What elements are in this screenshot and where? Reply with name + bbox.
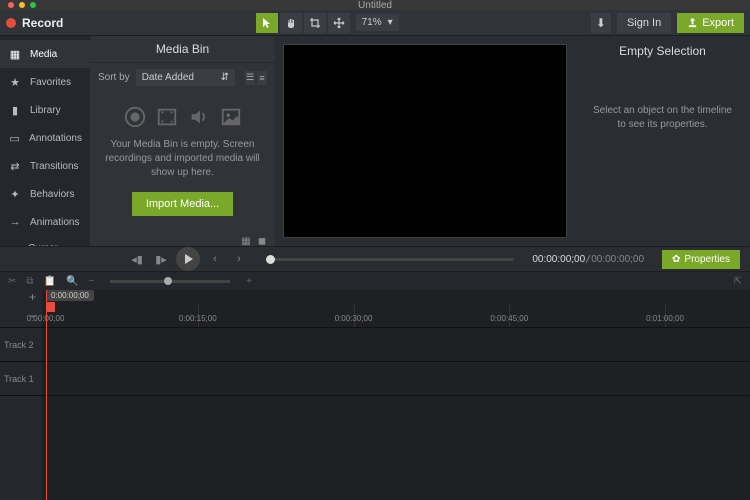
timeline: + − Track 2 Track 1 0:00:00;00 0:00:00;0… bbox=[0, 290, 750, 500]
record-media-icon bbox=[124, 106, 146, 128]
timecode: 00:00:00;00/00:00:00;00 bbox=[532, 254, 644, 265]
playback-scrubber[interactable] bbox=[266, 258, 514, 261]
view-sort-icon[interactable]: ≡ bbox=[257, 71, 267, 85]
window-title: Untitled bbox=[358, 0, 392, 11]
record-button[interactable]: Record bbox=[22, 16, 63, 30]
sort-select[interactable]: Date Added⇵ bbox=[136, 69, 235, 86]
tool-crop[interactable] bbox=[304, 13, 326, 33]
close-window-icon[interactable] bbox=[8, 2, 14, 8]
gear-icon: ✿ bbox=[672, 254, 680, 265]
zoom-in-button[interactable]: + bbox=[246, 276, 252, 287]
sidebar-item-favorites[interactable]: ★Favorites bbox=[0, 68, 90, 96]
zoom-slider[interactable] bbox=[110, 280, 230, 283]
library-icon: ▮ bbox=[8, 103, 22, 117]
timeline-controls: ✂ ⧉ 📋 🔍 − + ⇱ bbox=[0, 272, 750, 290]
behaviors-icon: ✦ bbox=[8, 187, 22, 201]
properties-title: Empty Selection bbox=[581, 42, 744, 76]
download-icon[interactable]: ⬇ bbox=[591, 13, 611, 33]
tool-select[interactable] bbox=[256, 13, 278, 33]
share-icon bbox=[687, 17, 698, 28]
image-media-icon bbox=[220, 106, 242, 128]
cut-icon[interactable]: ✂ bbox=[8, 276, 16, 287]
sidebar-item-behaviors[interactable]: ✦Behaviors bbox=[0, 180, 90, 208]
audio-media-icon bbox=[188, 106, 210, 128]
signin-button[interactable]: Sign In bbox=[617, 13, 671, 33]
import-media-button[interactable]: Import Media... bbox=[132, 192, 233, 216]
zoom-out-button[interactable]: − bbox=[88, 276, 94, 287]
next-marker-button[interactable]: › bbox=[230, 250, 248, 268]
track-label[interactable]: Track 2 bbox=[0, 328, 42, 362]
record-icon[interactable] bbox=[6, 18, 16, 28]
play-button[interactable] bbox=[176, 247, 200, 271]
tool-pan[interactable] bbox=[328, 13, 350, 33]
film-media-icon bbox=[156, 106, 178, 128]
zoom-level[interactable]: 71%▾ bbox=[356, 14, 399, 31]
sidebar-item-annotations[interactable]: ▭Annotations bbox=[0, 124, 90, 152]
sidebar-item-library[interactable]: ▮Library bbox=[0, 96, 90, 124]
track-row[interactable] bbox=[42, 328, 750, 362]
maximize-window-icon[interactable] bbox=[30, 2, 36, 8]
canvas-preview[interactable] bbox=[283, 44, 567, 238]
chevron-down-icon: ▾ bbox=[388, 17, 393, 28]
media-icon: ▦ bbox=[8, 47, 22, 61]
annotations-icon: ▭ bbox=[8, 131, 21, 145]
star-icon: ★ bbox=[8, 75, 22, 89]
sidebar-item-media[interactable]: ▦Media bbox=[0, 40, 90, 68]
paste-icon[interactable]: 📋 bbox=[44, 276, 56, 287]
toolbar: Record 71%▾ ⬇ Sign In Export bbox=[0, 10, 750, 36]
playhead-time: 0:00:00;00 bbox=[46, 290, 94, 301]
preview-area bbox=[275, 36, 575, 246]
next-frame-button[interactable]: ▮▸ bbox=[152, 250, 170, 268]
animations-icon: → bbox=[8, 215, 22, 229]
prev-marker-button[interactable]: ‹ bbox=[206, 250, 224, 268]
sort-by-label: Sort by bbox=[98, 72, 130, 83]
media-panel: Media Bin Sort by Date Added⇵ ☰≡ Your Me… bbox=[90, 36, 275, 246]
prev-frame-button[interactable]: ◂▮ bbox=[128, 250, 146, 268]
properties-panel: Empty Selection Select an object on the … bbox=[575, 36, 750, 246]
tool-hand[interactable] bbox=[280, 13, 302, 33]
playback-bar: ◂▮ ▮▸ ‹ › 00:00:00;00/00:00:00;00 ✿Prope… bbox=[0, 246, 750, 272]
media-bin-empty-text: Your Media Bin is empty. Screen recordin… bbox=[100, 138, 265, 180]
properties-empty-text: Select an object on the timeline to see … bbox=[581, 76, 744, 160]
export-button[interactable]: Export bbox=[677, 13, 744, 33]
media-bin-title: Media Bin bbox=[90, 36, 275, 63]
timeline-ruler[interactable]: 0:00:00;00 0:00:15;00 0:00:30;00 0:00:45… bbox=[42, 304, 750, 328]
sidebar: ▦Media ★Favorites ▮Library ▭Annotations … bbox=[0, 36, 90, 246]
add-track-button[interactable]: + bbox=[29, 290, 36, 304]
titlebar: Untitled bbox=[0, 0, 750, 10]
minimize-window-icon[interactable] bbox=[19, 2, 25, 8]
detach-timeline-icon[interactable]: ⇱ bbox=[734, 276, 742, 287]
copy-icon[interactable]: ⧉ bbox=[26, 276, 33, 287]
track-row[interactable] bbox=[42, 362, 750, 396]
updown-icon: ⇵ bbox=[221, 72, 229, 83]
view-list-icon[interactable]: ☰ bbox=[245, 71, 255, 85]
transitions-icon: ⇄ bbox=[8, 159, 22, 173]
zoom-icon: 🔍 bbox=[66, 276, 78, 287]
properties-button[interactable]: ✿Properties bbox=[662, 250, 740, 269]
sidebar-item-animations[interactable]: →Animations bbox=[0, 208, 90, 236]
track-label[interactable]: Track 1 bbox=[0, 362, 42, 396]
playhead[interactable] bbox=[46, 290, 47, 500]
sidebar-item-transitions[interactable]: ⇄Transitions bbox=[0, 152, 90, 180]
